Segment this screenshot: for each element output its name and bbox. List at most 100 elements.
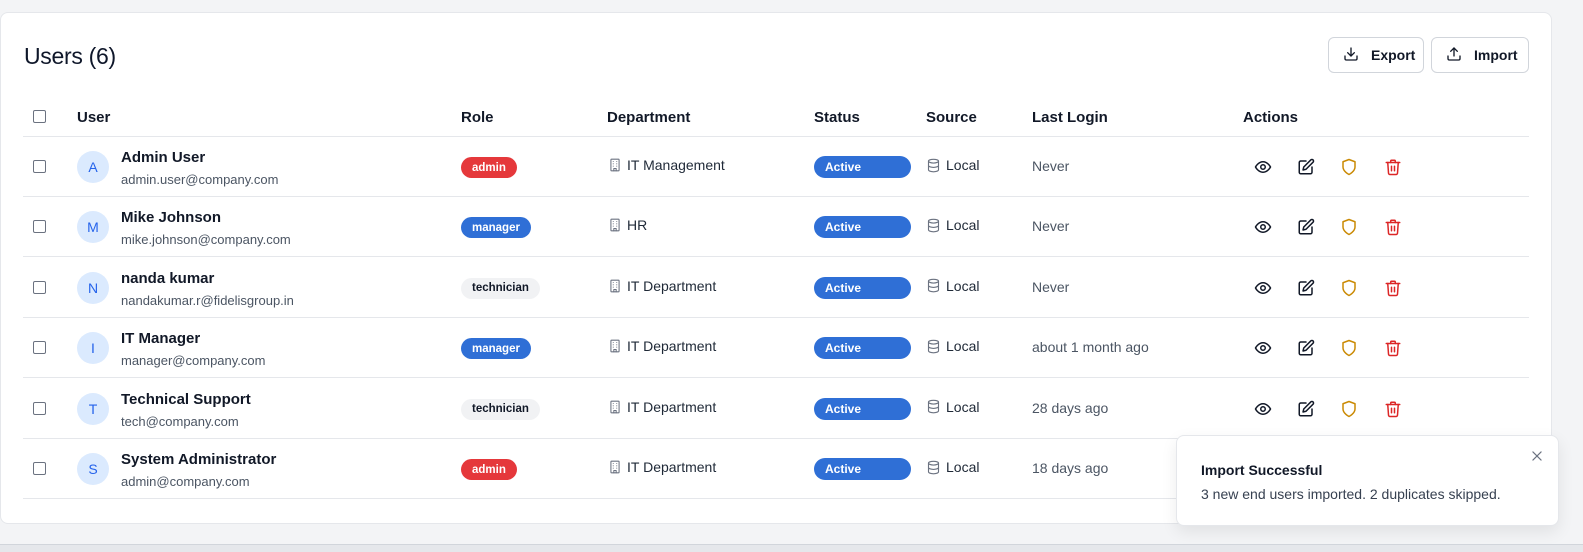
trash-icon[interactable] <box>1384 339 1402 357</box>
trash-icon[interactable] <box>1384 158 1402 176</box>
row-checkbox[interactable] <box>33 160 46 173</box>
building-icon <box>608 218 622 232</box>
avatar: I <box>77 332 109 365</box>
eye-icon[interactable] <box>1254 158 1272 176</box>
user-email: tech@company.com <box>121 413 239 429</box>
last-login: Never <box>1032 158 1070 174</box>
source-label: Local <box>946 157 980 173</box>
shield-icon[interactable] <box>1340 158 1358 176</box>
status-badge: Active <box>814 216 911 239</box>
source-label: Local <box>946 217 980 234</box>
page-title: Users (6) <box>24 43 116 69</box>
source-cell: Local <box>926 338 979 354</box>
row-checkbox[interactable] <box>33 220 46 234</box>
edit-icon[interactable] <box>1297 400 1315 418</box>
last-login: Never <box>1032 218 1070 235</box>
column-header-actions: Actions <box>1243 109 1299 126</box>
avatar: T <box>77 392 109 425</box>
row-checkbox[interactable] <box>33 401 46 415</box>
source-label: Local <box>946 459 980 475</box>
column-header-role[interactable]: Role <box>461 109 494 126</box>
eye-icon[interactable] <box>1254 218 1272 236</box>
trash-icon[interactable] <box>1384 279 1402 297</box>
status-badge: Active <box>814 337 911 360</box>
shield-icon[interactable] <box>1340 339 1358 357</box>
eye-icon[interactable] <box>1254 400 1272 418</box>
role-badge: manager <box>461 217 531 239</box>
trash-icon[interactable] <box>1384 400 1402 418</box>
upload-icon <box>1446 46 1462 65</box>
source-cell: Local <box>926 459 979 475</box>
building-icon <box>608 460 622 474</box>
building-icon <box>608 400 622 414</box>
source-label: Local <box>946 338 980 355</box>
edit-icon[interactable] <box>1297 218 1315 236</box>
source-cell: Local <box>926 157 979 173</box>
eye-icon[interactable] <box>1254 279 1272 297</box>
edit-icon[interactable] <box>1297 339 1315 357</box>
export-label: Export <box>1371 47 1416 63</box>
role-badge: admin <box>461 157 517 178</box>
building-icon <box>608 279 622 293</box>
avatar: M <box>77 211 109 244</box>
eye-icon[interactable] <box>1254 339 1272 357</box>
column-header-user[interactable]: User <box>77 109 110 126</box>
department-cell: HR <box>608 217 647 233</box>
table-row: Nnanda kumar nandakumar.r@fidelisgroup.in… <box>23 258 1529 318</box>
status-badge: Active <box>814 397 911 420</box>
user-email: manager@company.com <box>121 353 266 369</box>
department-cell: IT Department <box>608 338 716 354</box>
toast-message: 3 new end users imported. 2 duplicates s… <box>1201 486 1501 502</box>
table-row: I IT Manager manager@company.com manager IT … <box>23 318 1529 379</box>
user-name: IT Manager <box>121 330 201 348</box>
trash-icon[interactable] <box>1384 218 1402 236</box>
last-login: Never <box>1032 278 1070 295</box>
select-all-checkbox[interactable] <box>33 110 46 123</box>
source-label: Local <box>946 398 980 415</box>
database-icon <box>926 218 941 233</box>
source-label: Local <box>946 277 980 294</box>
column-header-last-login[interactable]: Last Login <box>1032 109 1108 126</box>
department-cell: IT Department <box>608 399 716 415</box>
avatar: S <box>77 453 109 485</box>
role-badge: manager <box>461 338 531 360</box>
department-label: IT Management <box>627 157 725 173</box>
table-row: A Admin User admin.user@company.com admin IT… <box>23 137 1529 197</box>
building-icon <box>608 339 622 353</box>
role-badge: technician <box>461 398 540 420</box>
last-login: 28 days ago <box>1032 399 1109 416</box>
user-name: Mike Johnson <box>121 209 222 227</box>
import-toast: Import Successful 3 new end users import… <box>1176 435 1559 526</box>
department-label: IT Department <box>627 277 717 294</box>
row-checkbox[interactable] <box>33 341 46 355</box>
department-cell: IT Department <box>608 278 716 294</box>
user-email: mike.johnson@company.com <box>121 232 291 248</box>
avatar: A <box>77 151 109 183</box>
shield-icon[interactable] <box>1340 218 1358 236</box>
status-badge: Active <box>814 276 911 299</box>
user-name: nanda kumar <box>121 269 215 287</box>
department-label: IT Department <box>627 398 717 415</box>
table-row: M Mike Johnson mike.johnson@company.com man… <box>23 197 1529 258</box>
status-badge: Active <box>814 156 911 178</box>
shield-icon[interactable] <box>1340 400 1358 418</box>
column-header-department[interactable]: Department <box>607 109 690 126</box>
table-row: T Technical Support tech@company.com techni… <box>23 379 1529 439</box>
database-icon <box>926 158 941 173</box>
database-icon <box>926 339 941 354</box>
export-button[interactable]: Export <box>1328 37 1424 73</box>
source-cell: Local <box>926 278 979 294</box>
last-login: about 1 month ago <box>1032 339 1149 356</box>
column-header-status[interactable]: Status <box>814 109 860 126</box>
edit-icon[interactable] <box>1297 158 1315 176</box>
department-label: IT Department <box>627 338 717 355</box>
column-header-source[interactable]: Source <box>926 109 977 126</box>
row-checkbox[interactable] <box>33 462 46 475</box>
row-checkbox[interactable] <box>33 280 46 294</box>
database-icon <box>926 460 941 475</box>
close-icon[interactable] <box>1530 449 1544 463</box>
user-name: Admin User <box>121 149 206 166</box>
import-button[interactable]: Import <box>1431 37 1529 73</box>
shield-icon[interactable] <box>1340 279 1358 297</box>
edit-icon[interactable] <box>1297 279 1315 297</box>
